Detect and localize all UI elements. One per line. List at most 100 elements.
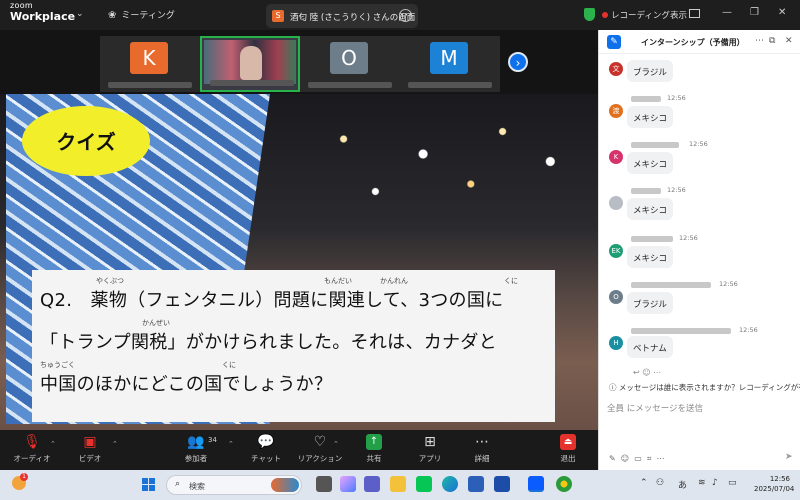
share-label: 共有 [366,454,382,463]
chat-panel-icon[interactable]: ✎ [607,35,621,49]
chat-message[interactable]: メキシコ [627,246,674,268]
word-icon[interactable] [468,476,484,492]
sender-name-blurred [631,96,661,102]
notification-badge: 1 [20,473,28,481]
close-icon[interactable]: ✕ [785,36,793,46]
ime-indicator[interactable]: あ [678,478,687,491]
chat-message[interactable]: ベトナム [627,336,673,358]
close-icon[interactable]: ✕ [778,7,786,18]
wifi-icon[interactable]: ≋ [698,478,706,488]
chat-message[interactable]: メキシコ [627,106,674,128]
participant-strip: K O M › [0,30,598,94]
chevron-up-icon[interactable]: ⌃ [228,440,234,448]
format-icon[interactable]: ✎ [609,454,616,463]
sender-avatar: H [609,336,623,350]
ruby-mondai: もんだい [324,277,352,285]
quiz-badge-label: クイズ [56,130,116,154]
chat-button[interactable]: 💬 チャット [236,434,296,464]
view-button[interactable]: 表示 [670,9,687,21]
camera-off-icon: ▣ [83,434,97,450]
copilot-icon[interactable] [340,476,356,492]
chrome-icon[interactable] [556,476,572,492]
sender-name-blurred [631,142,679,148]
teams-icon[interactable] [364,476,380,492]
participants-button[interactable]: 👥 参加者 [166,434,226,464]
chevron-up-icon[interactable]: ⌃ [333,440,339,448]
zoom-app-icon[interactable] [528,476,544,492]
zoom-logo[interactable]: zoom Workplace [10,2,75,23]
reactions-label: リアクション [297,454,343,463]
security-shield-icon[interactable] [584,8,595,21]
sender-avatar: O [609,290,623,304]
file-explorer-icon[interactable] [390,476,406,492]
visibility-note[interactable]: ⓘ メッセージは誰に表示されますか？レコーディングが有効 [609,382,800,393]
pop-out-icon[interactable]: ⧉ [769,36,775,46]
people-icon: 👥 [187,434,205,450]
reactions-button[interactable]: ♡ リアクション [290,434,350,464]
record-dot-icon [602,12,608,18]
chevron-up-icon[interactable]: ⌃ [50,440,56,448]
next-participants-button[interactable]: › [508,52,528,72]
apps-button[interactable]: ⊞ アプリ [400,434,460,464]
share-button[interactable]: ↑ 共有 [344,434,404,464]
chat-message[interactable]: メキシコ [627,198,674,220]
battery-icon[interactable]: ▭ [728,478,737,488]
line-icon[interactable] [416,476,432,492]
mazda-icon[interactable] [494,476,510,492]
more-options-icon[interactable]: ••• [399,9,412,22]
windows-taskbar: 1 ⌕ 検索 ⌃ ⚇ あ ≋ ♪ ▭ 12:56 2025/07/04 [0,470,800,500]
share-tab-label: 酒匂 陸 (さこうりく) さんの画面 [290,13,416,23]
sharer-badge: S [272,10,284,22]
participant-tile-active-speaker[interactable] [200,36,300,92]
screenshot-icon[interactable]: ⌗ [647,454,652,463]
screen-share-tab[interactable]: S 酒匂 陸 (さこうりく) さんの画面 ••• [266,4,418,28]
search-highlight-image [271,478,299,492]
chat-tools[interactable]: ✎ ☺ ▭ ⌗ ⋯ [609,454,665,464]
edge-icon[interactable] [442,476,458,492]
participant-tile[interactable]: M [400,36,500,92]
participant-tile[interactable]: O [300,36,400,92]
ruby-kanren: かんれん [380,277,408,285]
leave-button[interactable]: ⏏ 退出 [538,434,598,464]
more-icon[interactable]: ⋯ [755,36,764,46]
chat-header: ✎ インターンシップ（予備用） ⋯ ⧉ ✕ [599,30,800,54]
people-icon[interactable]: ⚇ [656,478,664,488]
chat-message[interactable]: ブラジル [627,60,673,82]
view-layout-icon[interactable] [689,9,700,18]
leave-label: 退出 [560,454,576,463]
search-icon: ⌕ [175,479,181,489]
search-placeholder: 検索 [189,482,205,491]
message-actions[interactable]: ↩ ☺ ⋯ [633,368,661,377]
visibility-note-text: メッセージは誰に表示されますか？レコーディングが有効 [618,383,800,392]
question-line-2: 「トランプ関税」がかけられました。それは、カナダと [40,332,497,353]
task-view-icon[interactable] [316,476,332,492]
send-icon[interactable]: ➤ [785,452,793,462]
file-icon[interactable]: ▭ [634,454,642,463]
windows-start-icon[interactable] [142,478,156,492]
taskbar-clock[interactable]: 12:56 2025/07/04 [754,474,794,494]
taskbar-search[interactable]: ⌕ 検索 [166,475,302,495]
more-icon[interactable]: ⋯ [657,454,665,463]
recording-indicator[interactable]: レコーディング [602,9,670,21]
chat-message[interactable]: ブラジル [627,292,673,314]
meeting-tab[interactable]: ❀ ミーティング [108,8,175,21]
participant-tile[interactable]: K [100,36,200,92]
participant-name-blurred [210,80,294,86]
message-time: 12:56 [719,280,738,288]
emoji-icon[interactable]: ☺ [621,454,629,463]
chat-message-input[interactable]: 全員 にメッセージを送信 [607,402,703,414]
ruby-yakubutsu: やくぶつ [96,277,124,285]
chevron-down-icon[interactable]: ⌄ [76,9,84,19]
restore-icon[interactable]: ❐ [750,7,759,18]
details-button[interactable]: ⋯ 詳細 [452,434,512,464]
video-button[interactable]: ▣ ビデオ [60,434,120,464]
minimize-icon[interactable]: — [722,7,732,18]
chevron-up-icon[interactable]: ⌃ [640,478,648,488]
question-line-3: 中国のほかにどこの国でしょうか？ [40,374,333,395]
audio-button[interactable]: 🎙 オーディオ [2,434,62,464]
details-label: 詳細 [474,454,490,463]
chevron-up-icon[interactable]: ⌃ [112,440,118,448]
volume-icon[interactable]: ♪ [712,478,718,488]
chat-message[interactable]: メキシコ [627,152,674,174]
ruby-kanzei: かんぜい [142,319,170,327]
